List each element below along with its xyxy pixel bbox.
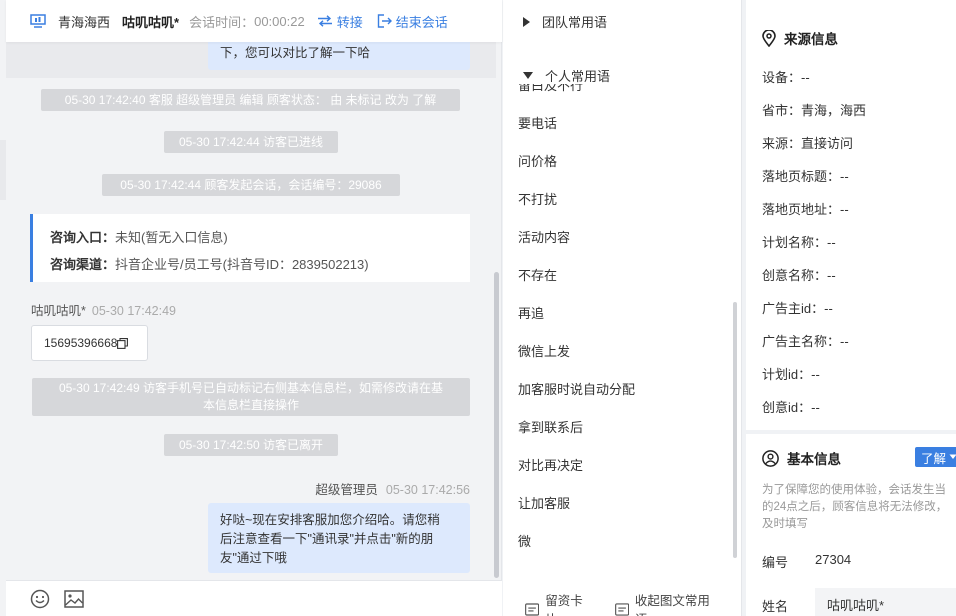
end-session-label: 结束会话 [395,14,448,30]
customer-name-field[interactable]: 咕叽咕叽* [815,588,956,616]
phrase-item[interactable]: 对比再决定 [518,455,583,474]
system-message-session: 05-30 17:42:44 顾客发起会话，会话编号：29086 [102,174,400,196]
consult-channel-label: 咨询渠道： [50,257,116,272]
chat-header: 青海海西 咕叽咕叽* 会话时间： 00:00:22 转接 结束会话 [6,0,502,42]
phrase-item-partial[interactable]: 留白及不行 [518,84,583,94]
group-personal-phrases[interactable]: 个人常用语 [523,66,610,85]
field-landing-title: 落地页标题：-- [762,169,849,184]
system-message-status: 05-30 17:42:40 客服 超级管理员 编辑 顾客状态： 由 未标记 改… [41,89,460,111]
phrase-item[interactable]: 不存在 [518,265,557,284]
phrase-item[interactable]: 拿到联系后 [518,417,583,436]
session-time-label: 会话时间： [189,14,255,30]
phrase-list[interactable]: 留白及不行 要电话 问价格 不打扰 活动内容 不存在 再追 微信上发 加客服时说… [518,84,728,560]
end-session-button[interactable]: 结束会话 [377,12,448,31]
transfer-label: 转接 [336,14,363,30]
image-icon[interactable] [64,589,84,608]
customer-info-panel: 来源信息 设备：-- 省市：青海，海西 来源：直接访问 落地页标题：-- 落地页… [746,0,956,616]
field-device: 设备：-- [762,70,810,85]
consult-channel-row: 咨询渠道：抖音企业号/员工号(抖音号ID：2839502213) [50,251,470,278]
customer-id-value: 27304 [815,552,852,567]
app-root: 青海海西 咕叽咕叽* 会话时间： 00:00:22 转接 结束会话 下，您可以对… [0,0,956,616]
field-advertiser-name: 广告主名称：-- [762,334,849,349]
field-creative-id: 创意id：-- [762,400,820,415]
collapse-phrases-button[interactable]: 收起图文常用语 [614,590,718,616]
customer-status-label: 了解 [921,451,947,466]
agent-message-partial: 下，您可以对比了解一下哈 [208,42,470,70]
session-time: 00:00:22 [254,13,305,29]
phrase-item[interactable]: 微 [518,531,531,550]
transfer-icon [317,15,332,27]
customer-name-value: 咕叽咕叽* [827,598,885,613]
user-circle-icon [762,449,779,467]
exit-icon [377,14,392,28]
monitor-icon [30,14,46,28]
emoji-icon[interactable] [30,589,50,609]
system-message-enter: 05-30 17:42:44 访客已进线 [164,131,338,153]
consult-entry-label: 咨询入口： [50,230,116,245]
customer-id-label: 编号 [762,555,789,570]
group-team-phrases[interactable]: 团队常用语 [523,12,607,31]
source-info-title: 来源信息 [784,32,838,47]
consult-entry-value: 未知(暂无入口信息) [115,230,228,245]
customer-status-dropdown[interactable]: 了解 [915,447,956,467]
basic-info-title: 基本信息 [787,452,841,467]
visitor-name: 咕叽咕叽* [122,14,180,30]
field-source: 来源：直接访问 [762,136,854,151]
phrase-scrollbar[interactable] [733,302,737,558]
caret-down-icon [523,72,533,79]
consult-info-card: 咨询入口：未知(暂无入口信息) 咨询渠道：抖音企业号/员工号(抖音号ID：283… [30,214,470,282]
group-team-label: 团队常用语 [542,15,608,30]
visitor-location: 青海海西 [58,14,111,30]
chevron-down-icon [949,454,956,459]
visitor-phone: 15695396668 [44,336,118,350]
field-province-city: 省市：青海，海西 [762,103,867,118]
message-icon [614,602,629,616]
field-plan-name: 计划名称：-- [762,235,836,250]
phrase-item[interactable]: 活动内容 [518,227,570,246]
agent-message-name: 超级管理员 [315,483,378,497]
visitor-message-name: 咕叽咕叽* [31,304,86,318]
phrase-item[interactable]: 让加客服 [518,493,570,512]
customer-name-label: 姓名 [762,599,789,614]
quick-reply-panel: 团队常用语 个人常用语 留白及不行 要电话 问价格 不打扰 活动内容 不存在 再… [503,0,742,616]
agent-message: 好哒~现在安排客服加您介绍哈。请您稍 后注意查看一下"通讯录"并点击"新的朋 友… [208,503,470,573]
card-icon [525,602,540,616]
phrase-item[interactable]: 再追 [518,303,544,322]
agent-message-meta: 超级管理员 05-30 17:42:56 [315,479,470,498]
agent-message-time: 05-30 17:42:56 [385,483,470,497]
system-message-phone: 05-30 17:42:49 访客手机号已自动标记右侧基本信息栏，如需修改请在基… [32,378,470,416]
lead-card-button[interactable]: 留资卡片 [525,590,593,616]
section-divider [746,430,956,434]
phrase-item[interactable]: 不打扰 [518,189,557,208]
phrase-item[interactable]: 加客服时说自动分配 [518,379,635,398]
system-message-leave: 05-30 17:42:50 访客已离开 [164,434,338,456]
field-advertiser-id: 广告主id：-- [762,301,833,316]
visitor-phone-message[interactable]: 15695396668 [31,325,148,361]
phrase-item[interactable]: 问价格 [518,151,557,170]
consult-entry-row: 咨询入口：未知(暂无入口信息) [50,224,470,251]
edit-deadline-notice: 为了保障您的使用体验，会话发生当 的24点之后，顾客信息将无法修改， 及时填写 [762,484,948,530]
field-creative-name: 创意名称：-- [762,268,836,283]
field-plan-id: 计划id：-- [762,367,820,382]
lead-card-label: 留资卡片 [545,594,583,616]
field-landing-url: 落地页地址：-- [762,202,849,217]
source-info-heading: 来源信息 [762,28,838,48]
basic-info-heading: 基本信息 [762,448,841,468]
visitor-message-time: 05-30 17:42:49 [91,304,176,318]
chat-toolbar [6,580,502,616]
message-scrollbar[interactable] [494,272,499,578]
visitor-message-meta: 咕叽咕叽* 05-30 17:42:49 [31,300,176,319]
message-list[interactable]: 下，您可以对比了解一下哈 05-30 17:42:40 客服 超级管理员 编辑 … [6,42,496,580]
collapse-phrases-label: 收起图文常用语 [634,594,710,616]
transfer-button[interactable]: 转接 [317,12,363,31]
chat-panel: 青海海西 咕叽咕叽* 会话时间： 00:00:22 转接 结束会话 下，您可以对… [0,0,502,616]
group-personal-label: 个人常用语 [545,69,611,84]
caret-right-icon [523,16,530,27]
consult-channel-value: 抖音企业号/员工号(抖音号ID：2839502213) [115,257,369,272]
phrase-item[interactable]: 微信上发 [518,341,570,360]
quick-reply-footer: 留资卡片 收起图文常用语 [503,590,742,616]
location-pin-icon [762,29,776,47]
phrase-item[interactable]: 要电话 [518,113,557,132]
copy-icon[interactable] [117,337,129,349]
